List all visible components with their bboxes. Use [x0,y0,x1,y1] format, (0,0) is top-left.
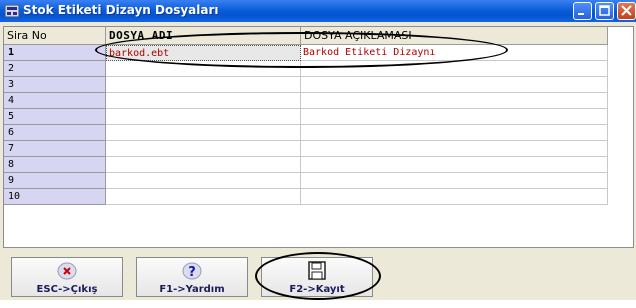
maximize-button[interactable] [595,2,614,20]
window-title: Stok Etiketi Dizayn Dosyaları [23,3,219,17]
row-number-3[interactable]: 3 [4,77,106,93]
cell-file-description[interactable] [301,93,608,109]
column-header-dosya-adi[interactable]: DOSYA ADI [106,27,301,45]
svg-text:?: ? [188,265,196,280]
cell-file-description[interactable] [301,61,608,77]
row-number-1[interactable]: 1 [4,45,106,61]
cell-file-name[interactable] [106,109,301,125]
save-button-label: F2->Kayıt [289,284,345,295]
row-number-6[interactable]: 6 [4,125,106,141]
main-window: Stok Etiketi Dizayn Dosyaları Sira No DO… [0,0,636,300]
button-bar: ESC->Çıkış ? F1->Yardım F2->Kayıt [0,252,636,300]
close-circle-icon [57,262,77,280]
cell-file-name[interactable]: barkod.ebt [106,45,301,61]
cell-file-description[interactable]: Barkod Etiketi Dizaynı [301,45,608,61]
cell-file-name[interactable] [106,125,301,141]
cell-file-description[interactable] [301,141,608,157]
row-number-2[interactable]: 2 [4,61,106,77]
minimize-icon [578,13,584,15]
close-button[interactable] [617,2,636,20]
help-icon: ? [182,262,202,280]
cell-file-description[interactable] [301,157,608,173]
row-number-5[interactable]: 5 [4,109,106,125]
minimize-button[interactable] [573,2,592,20]
cell-file-description[interactable] [301,109,608,125]
app-icon [5,5,19,17]
save-button[interactable]: F2->Kayıt [261,257,373,297]
close-icon [621,5,632,16]
cell-file-description[interactable] [301,189,608,205]
cell-file-name[interactable] [106,173,301,189]
cell-file-name[interactable] [106,141,301,157]
exit-button-label: ESC->Çıkış [36,284,98,295]
row-number-4[interactable]: 4 [4,93,106,109]
data-grid[interactable]: Sira No DOSYA ADI DOSYA AÇIKLAMASI 1 bark… [3,26,634,248]
cell-file-name[interactable] [106,157,301,173]
row-number-9[interactable]: 9 [4,173,106,189]
column-header-sira-no[interactable]: Sira No [4,27,106,45]
cell-file-name[interactable] [106,77,301,93]
exit-button[interactable]: ESC->Çıkış [11,257,123,297]
title-bar[interactable]: Stok Etiketi Dizayn Dosyaları [0,0,636,22]
help-button-label: F1->Yardım [159,284,225,295]
cell-file-description[interactable] [301,77,608,93]
cell-file-name[interactable] [106,189,301,205]
help-button[interactable]: ? F1->Yardım [136,257,248,297]
row-number-7[interactable]: 7 [4,141,106,157]
maximize-icon [599,5,610,16]
cell-file-description[interactable] [301,125,608,141]
floppy-disk-icon [308,261,326,280]
cell-file-name[interactable] [106,61,301,77]
cell-file-description[interactable] [301,173,608,189]
row-number-8[interactable]: 8 [4,157,106,173]
row-number-10[interactable]: 10 [4,189,106,205]
cell-file-name[interactable] [106,93,301,109]
column-header-dosya-aciklamasi[interactable]: DOSYA AÇIKLAMASI [301,27,608,45]
